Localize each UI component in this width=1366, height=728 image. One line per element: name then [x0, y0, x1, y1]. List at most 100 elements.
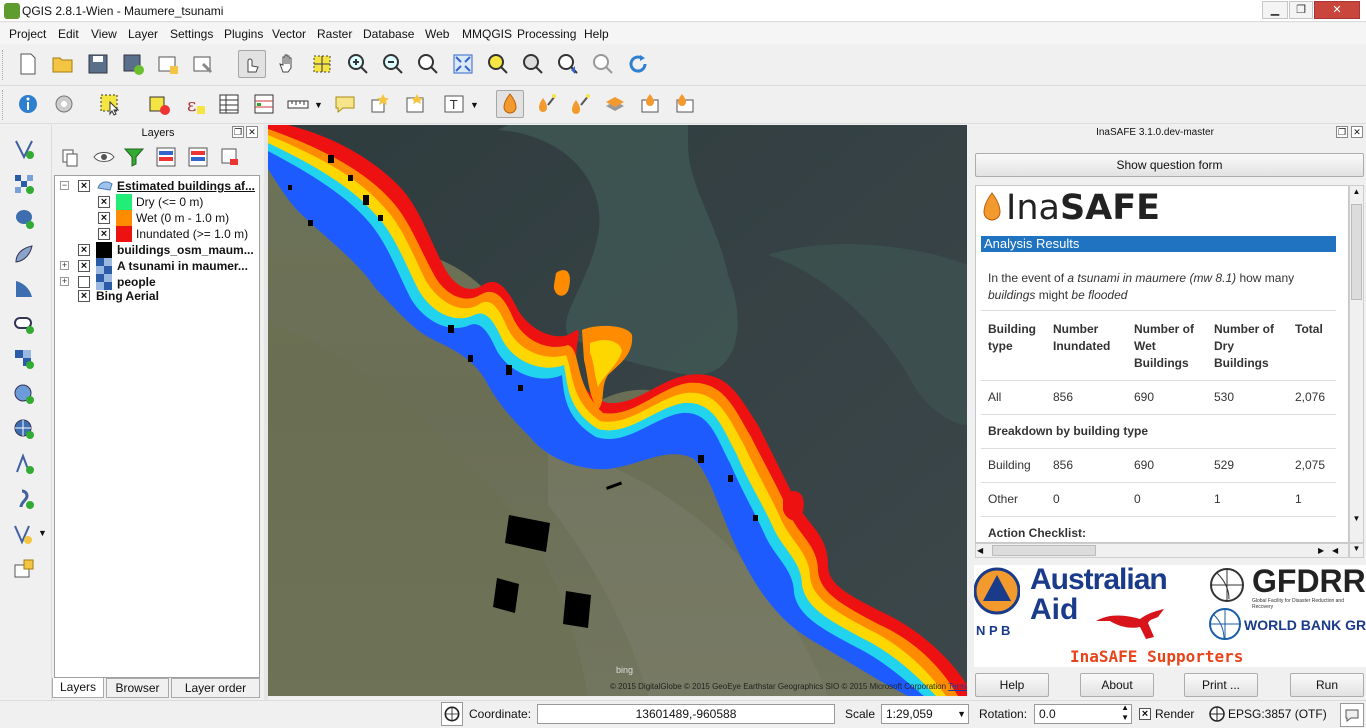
- add-vector-layer-icon[interactable]: [10, 135, 38, 163]
- layer-item-estimated-buildings[interactable]: − × Estimated buildings af...: [55, 178, 259, 194]
- results-vertical-scrollbar[interactable]: ▲ ▼: [1349, 185, 1364, 543]
- zoom-to-layer-icon[interactable]: [519, 50, 547, 78]
- rotation-spinbox[interactable]: 0.0 ▲ ▼: [1034, 703, 1132, 724]
- new-print-composer-icon[interactable]: [154, 50, 182, 78]
- expand-toggle-icon[interactable]: +: [60, 261, 69, 270]
- tab-layer-order[interactable]: Layer order: [171, 678, 260, 698]
- new-project-icon[interactable]: [14, 50, 42, 78]
- menu-plugins[interactable]: Plugins: [224, 27, 263, 41]
- global-minimum-needs-icon[interactable]: [671, 90, 699, 118]
- text-annotation-icon[interactable]: T: [440, 90, 468, 118]
- osm-downloader-icon[interactable]: [601, 90, 629, 118]
- composer-manager-icon[interactable]: [189, 50, 217, 78]
- menu-processing[interactable]: Processing: [517, 27, 576, 41]
- layer-item-bing-aerial[interactable]: × Bing Aerial: [55, 288, 259, 304]
- scale-dropdown-icon[interactable]: ▼: [957, 705, 966, 723]
- annotation-dropdown-icon[interactable]: ▼: [470, 100, 479, 110]
- keywords-wizard-icon[interactable]: [531, 90, 559, 118]
- layer-visibility-checkbox[interactable]: ×: [78, 180, 90, 192]
- crs-label[interactable]: EPSG:3857 (OTF): [1228, 707, 1327, 721]
- legend-item-dry[interactable]: × Dry (<= 0 m): [55, 194, 259, 210]
- visibility-eye-icon[interactable]: [90, 143, 118, 171]
- add-group-icon[interactable]: [56, 143, 84, 171]
- collapse-all-icon[interactable]: [184, 143, 212, 171]
- save-project-icon[interactable]: [84, 50, 112, 78]
- legend-item-inundated[interactable]: × Inundated (>= 1.0 m): [55, 226, 259, 242]
- map-tips-icon[interactable]: [331, 90, 359, 118]
- menu-raster[interactable]: Raster: [317, 27, 352, 41]
- layer-visibility-checkbox[interactable]: [78, 276, 90, 288]
- scroll-down-icon-2[interactable]: ▼: [1349, 543, 1364, 558]
- legend-checkbox[interactable]: ×: [98, 196, 110, 208]
- zoom-native-icon[interactable]: [414, 50, 442, 78]
- impact-function-wizard-icon[interactable]: [566, 90, 594, 118]
- deselect-features-icon[interactable]: [145, 90, 173, 118]
- layer-visibility-checkbox[interactable]: ×: [78, 290, 90, 302]
- layer-item-tsunami[interactable]: + × A tsunami in maumer...: [55, 258, 259, 274]
- scrollbar-thumb[interactable]: [1351, 204, 1362, 300]
- add-mssql-layer-icon[interactable]: [10, 275, 38, 303]
- rotation-stepper-icon[interactable]: ▲ ▼: [1121, 703, 1129, 723]
- add-oracle-layer-icon[interactable]: [10, 310, 38, 338]
- run-button[interactable]: Run: [1290, 673, 1364, 697]
- menu-database[interactable]: Database: [363, 27, 414, 41]
- zoom-out-icon[interactable]: [379, 50, 407, 78]
- toggle-extents-icon[interactable]: [441, 702, 463, 726]
- layer-visibility-checkbox[interactable]: ×: [78, 260, 90, 272]
- new-shapefile-layer-icon[interactable]: [10, 520, 38, 548]
- toolbar-grip[interactable]: [2, 50, 6, 80]
- save-as-icon[interactable]: [119, 50, 147, 78]
- layer-item-buildings-osm[interactable]: × buildings_osm_maum...: [55, 242, 259, 258]
- zoom-in-icon[interactable]: [344, 50, 372, 78]
- measure-line-icon[interactable]: [284, 90, 312, 118]
- pan-map-icon[interactable]: [274, 50, 302, 78]
- print-button[interactable]: Print ...: [1184, 673, 1258, 697]
- minimum-needs-icon[interactable]: [636, 90, 664, 118]
- add-wcs-layer-icon[interactable]: [10, 380, 38, 408]
- tab-layers[interactable]: Layers: [52, 678, 104, 698]
- expand-all-icon[interactable]: [152, 143, 180, 171]
- zoom-next-icon[interactable]: [589, 50, 617, 78]
- legend-checkbox[interactable]: ×: [98, 228, 110, 240]
- attribute-table-icon[interactable]: [215, 90, 243, 118]
- results-horizontal-scrollbar[interactable]: ◀ ▶ ◀: [975, 543, 1349, 558]
- inasafe-dock-icon[interactable]: [496, 90, 524, 118]
- add-delimited-text-layer-icon[interactable]: [10, 450, 38, 478]
- float-panel-icon[interactable]: ❐: [1336, 126, 1348, 138]
- zoom-to-selection-icon[interactable]: [484, 50, 512, 78]
- zoom-full-icon[interactable]: [449, 50, 477, 78]
- layer-visibility-checkbox[interactable]: ×: [78, 244, 90, 256]
- select-features-icon[interactable]: [96, 90, 124, 118]
- refresh-icon[interactable]: [624, 50, 652, 78]
- remove-layer-icon[interactable]: [216, 143, 244, 171]
- pan-to-selection-icon[interactable]: [308, 50, 336, 78]
- show-bookmarks-icon[interactable]: [401, 90, 429, 118]
- scale-combo[interactable]: 1:29,059 ▼: [881, 704, 969, 724]
- close-panel-icon[interactable]: ✕: [246, 126, 258, 138]
- about-button[interactable]: About: [1080, 673, 1154, 697]
- expand-toggle-icon[interactable]: +: [60, 277, 69, 286]
- collapse-toggle-icon[interactable]: −: [60, 181, 69, 190]
- close-panel-icon[interactable]: ✕: [1351, 126, 1363, 138]
- tab-browser[interactable]: Browser: [106, 678, 169, 698]
- menu-settings[interactable]: Settings: [170, 27, 213, 41]
- identify-features-icon[interactable]: [14, 90, 42, 118]
- scroll-left-icon[interactable]: ◀: [1332, 544, 1344, 557]
- add-postgis-layer-icon[interactable]: [10, 205, 38, 233]
- menu-mmqgis[interactable]: MMQGIS: [462, 27, 512, 41]
- menu-layer[interactable]: Layer: [128, 27, 158, 41]
- menu-project[interactable]: Project: [9, 27, 46, 41]
- add-raster-layer-icon[interactable]: [10, 170, 38, 198]
- menu-web[interactable]: Web: [425, 27, 449, 41]
- new-bookmark-icon[interactable]: [366, 90, 394, 118]
- close-button[interactable]: ✕: [1314, 1, 1360, 19]
- menu-help[interactable]: Help: [584, 27, 609, 41]
- minimize-button[interactable]: ▁: [1262, 1, 1288, 19]
- add-wfs-layer-icon[interactable]: [10, 415, 38, 443]
- menu-vector[interactable]: Vector: [272, 27, 306, 41]
- menu-edit[interactable]: Edit: [58, 27, 79, 41]
- legend-checkbox[interactable]: ×: [98, 212, 110, 224]
- toolbar-grip[interactable]: [2, 90, 6, 120]
- run-feature-action-icon[interactable]: [50, 90, 78, 118]
- zoom-last-icon[interactable]: [554, 50, 582, 78]
